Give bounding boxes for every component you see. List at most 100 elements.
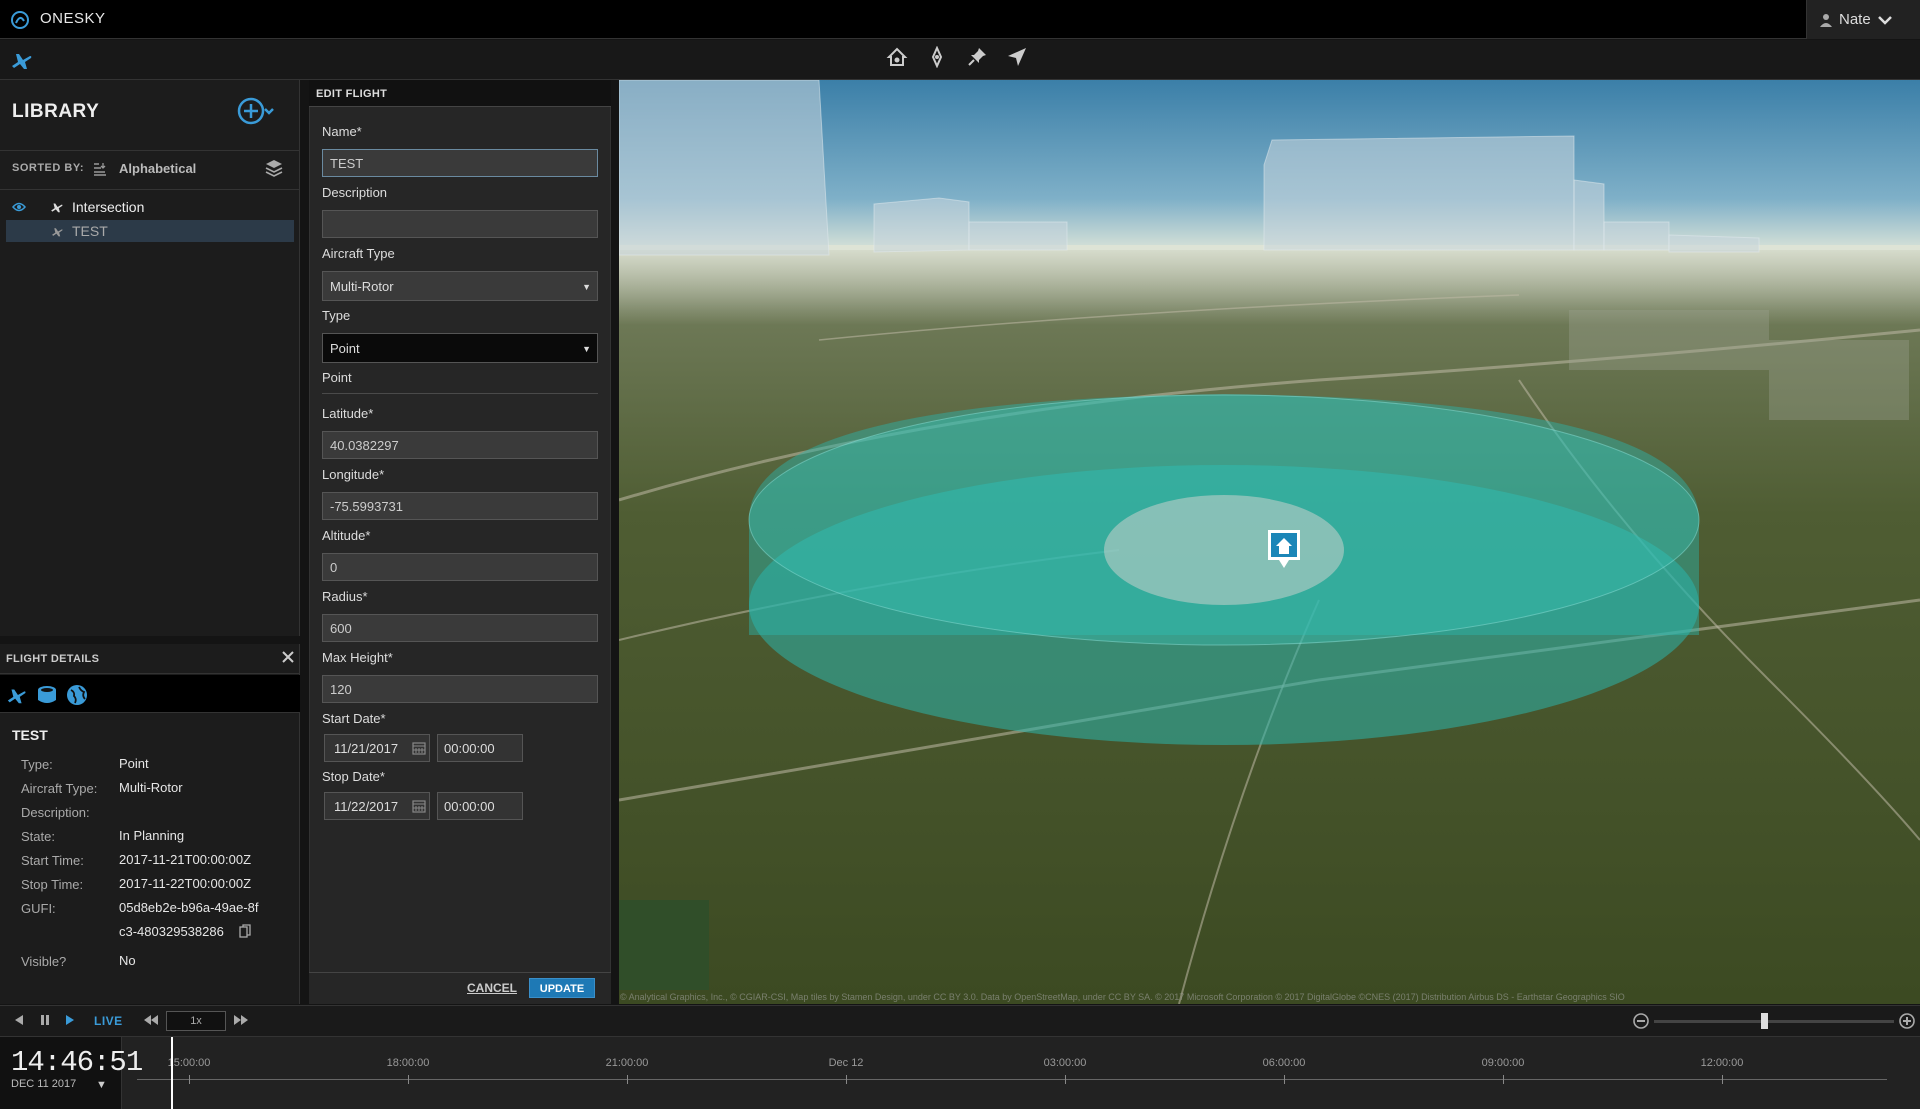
cylinder-icon[interactable]: [36, 684, 58, 706]
pause-icon[interactable]: [38, 1013, 52, 1027]
aircraft-type-label: Aircraft Type: [322, 246, 395, 261]
timeline-tick: [189, 1075, 190, 1084]
map-view[interactable]: [619, 80, 1920, 1004]
name-label: Name*: [322, 124, 362, 139]
start-time-input[interactable]: 00:00:00: [437, 734, 523, 762]
timeline-tick: [627, 1075, 628, 1084]
play-icon[interactable]: [63, 1013, 77, 1027]
timeline-tick-label: 06:00:00: [1262, 1057, 1306, 1069]
dropdown-arrow-icon: ▼: [582, 282, 591, 292]
fast-forward-icon[interactable]: [232, 1013, 250, 1027]
start-date-label: Start Date*: [322, 711, 386, 726]
timeline-axis: [137, 1079, 1887, 1080]
stop-time-input[interactable]: 00:00:00: [437, 792, 523, 820]
point-section-label: Point: [322, 370, 352, 385]
detail-row-state: State: In Planning: [21, 828, 185, 844]
zoom-out-icon[interactable]: [1632, 1012, 1650, 1030]
timeline-tick-label: 21:00:00: [605, 1057, 649, 1069]
eye-icon[interactable]: [12, 202, 26, 212]
stop-date-input[interactable]: 11/22/2017: [324, 792, 430, 820]
navigation-icon[interactable]: [1006, 46, 1028, 68]
timeline-tick: [408, 1075, 409, 1084]
sort-selector[interactable]: Alphabetical: [119, 161, 196, 176]
add-flight-button[interactable]: [236, 96, 276, 126]
onesky-logo-icon: [11, 11, 29, 29]
calendar-icon[interactable]: [412, 741, 426, 755]
step-back-icon[interactable]: [12, 1013, 26, 1027]
timeline-tick-label: 03:00:00: [1043, 1057, 1087, 1069]
copy-icon[interactable]: [239, 924, 251, 938]
radius-input[interactable]: [322, 614, 598, 642]
longitude-input[interactable]: [322, 492, 598, 520]
latitude-input[interactable]: [322, 431, 598, 459]
rewind-icon[interactable]: [142, 1013, 160, 1027]
clock-date: DEC 11 2017: [11, 1078, 77, 1090]
map-attribution: © Analytical Graphics, Inc., © CGIAR-CSI…: [620, 992, 1625, 1002]
section-divider: [322, 393, 598, 394]
top-bar: [0, 0, 1920, 39]
user-menu[interactable]: Nate: [1806, 0, 1920, 39]
playback-speed[interactable]: 1x: [166, 1011, 226, 1031]
drone-icon[interactable]: [926, 45, 948, 69]
timeline-tick: [1284, 1075, 1285, 1084]
cancel-button[interactable]: CANCEL: [467, 981, 517, 995]
zoom-slider-track[interactable]: [1654, 1020, 1894, 1023]
type-select[interactable]: Point ▼: [322, 333, 598, 363]
flight-name: TEST: [12, 727, 48, 743]
max-height-input[interactable]: [322, 675, 598, 703]
calendar-icon[interactable]: [412, 799, 426, 813]
timeline-tick: [846, 1075, 847, 1084]
zoom-in-icon[interactable]: [1898, 1012, 1916, 1030]
pin-icon[interactable]: [966, 46, 988, 68]
stop-date-label: Stop Date*: [322, 769, 385, 784]
max-height-label: Max Height*: [322, 650, 393, 665]
flight-details-tabs: [0, 675, 300, 713]
sort-icon[interactable]: [92, 161, 108, 177]
zoom-slider-handle[interactable]: [1761, 1013, 1768, 1029]
timeline-tick-label: Dec 12: [828, 1057, 864, 1069]
altitude-label: Altitude*: [322, 528, 371, 543]
library-item-intersection[interactable]: Intersection: [0, 196, 300, 218]
latitude-label: Latitude*: [322, 406, 374, 421]
timeline-tick: [1503, 1075, 1504, 1084]
detail-row-type: Type: Point: [21, 756, 149, 772]
airplane-icon[interactable]: [6, 684, 28, 706]
airplane-icon: [51, 203, 63, 213]
airplane-icon[interactable]: [10, 48, 34, 72]
clock-time: 14:46:51: [11, 1046, 143, 1079]
library-item-label: Intersection: [72, 199, 145, 215]
update-button[interactable]: UPDATE: [529, 978, 595, 998]
user-name: Nate: [1839, 11, 1871, 28]
dropdown-arrow-icon: ▼: [582, 344, 591, 354]
close-icon[interactable]: [280, 649, 296, 665]
timeline-cursor[interactable]: [171, 1037, 173, 1109]
type-label: Type: [322, 308, 351, 323]
library-item-label: TEST: [72, 223, 108, 239]
detail-row-stop-time: Stop Time: 2017-11-22T00:00:00Z: [21, 876, 252, 892]
library-item-test[interactable]: TEST: [6, 220, 294, 242]
name-input[interactable]: [322, 149, 598, 177]
layers-icon[interactable]: [264, 158, 284, 178]
globe-icon[interactable]: [66, 684, 88, 706]
live-button[interactable]: LIVE: [94, 1014, 123, 1028]
edit-flight-title: EDIT FLIGHT: [316, 88, 388, 100]
clock-dropdown-icon[interactable]: ▼: [96, 1079, 107, 1091]
altitude-input[interactable]: [322, 553, 598, 581]
detail-row-gufi: GUFI: 05d8eb2e-b96a-49ae-8fc3-4803295382…: [21, 900, 259, 939]
description-label: Description: [322, 185, 388, 200]
timeline-tick-label: 15:00:00: [167, 1057, 211, 1069]
flight-zone-cylinder: [748, 394, 1700, 745]
timeline-tick-label: 09:00:00: [1481, 1057, 1525, 1069]
chevron-down-icon: [264, 108, 274, 115]
start-date-input[interactable]: 11/21/2017: [324, 734, 430, 762]
detail-row-visible: Visible? No: [21, 953, 136, 969]
detail-row-aircraft-type: Aircraft Type: Multi-Rotor: [21, 780, 183, 796]
timeline-tick: [1065, 1075, 1066, 1084]
description-input[interactable]: [322, 210, 598, 238]
home-gear-icon[interactable]: [886, 46, 908, 68]
chevron-down-icon: [1877, 15, 1892, 25]
timeline[interactable]: [0, 1037, 1920, 1109]
detail-row-start-time: Start Time: 2017-11-21T00:00:00Z: [21, 852, 252, 868]
airplane-icon: [52, 227, 63, 236]
aircraft-type-select[interactable]: Multi-Rotor ▼: [322, 271, 598, 301]
